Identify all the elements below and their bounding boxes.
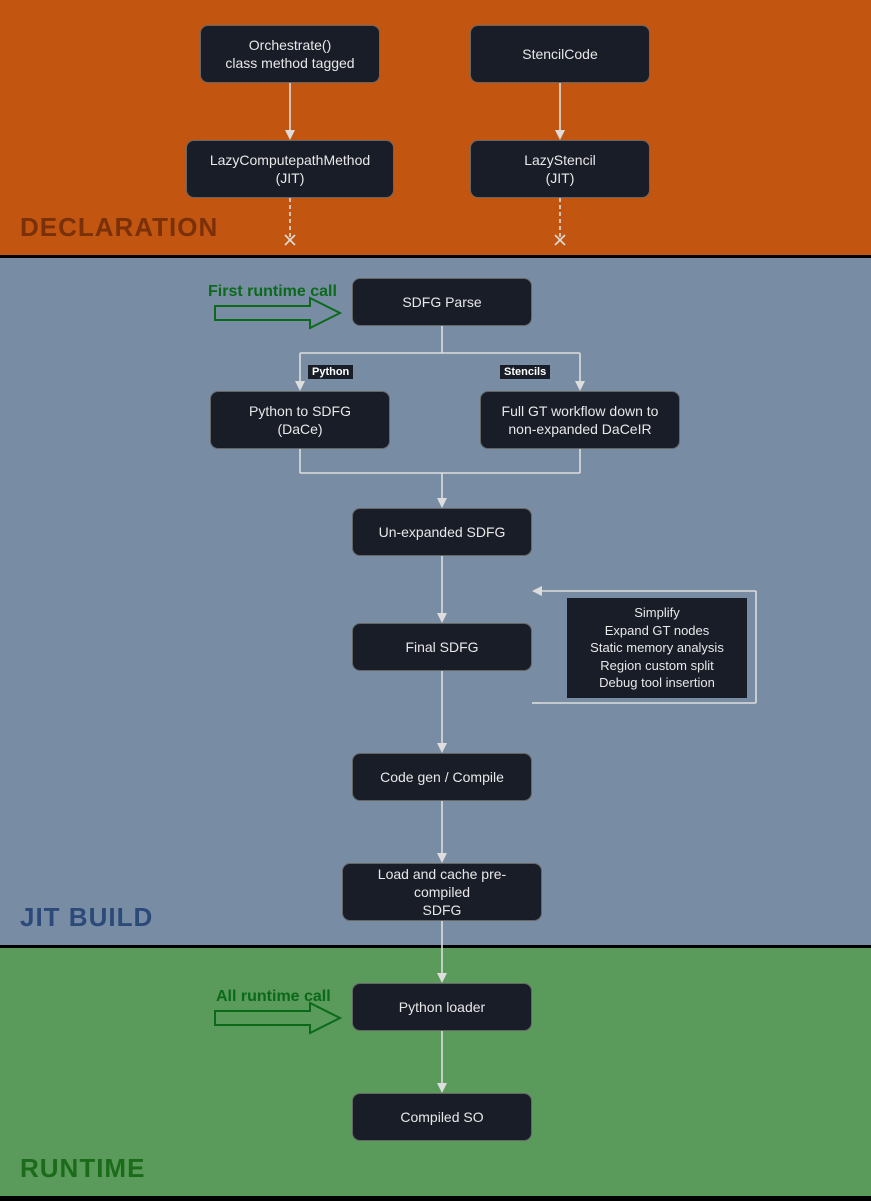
node-text: Full GT workflow down to — [502, 402, 659, 420]
edge-label-python: Python — [308, 365, 353, 379]
node-text: Python loader — [399, 998, 485, 1016]
node-codegen: Code gen / Compile — [352, 753, 532, 801]
annotation-line: Region custom split — [575, 657, 739, 675]
node-text: non-expanded DaCeIR — [508, 420, 651, 438]
section-declaration: DECLARATION Orchestrate() class method t… — [0, 0, 871, 258]
node-text: SDFG Parse — [402, 293, 481, 311]
node-compiled-so: Compiled SO — [352, 1093, 532, 1141]
section-label-declaration: DECLARATION — [20, 212, 218, 243]
node-text: (DaCe) — [277, 420, 322, 438]
node-load-cache: Load and cache pre-compiled SDFG — [342, 863, 542, 921]
section-label-runtime: RUNTIME — [20, 1153, 145, 1184]
node-python-to-sdfg: Python to SDFG (DaCe) — [210, 391, 390, 449]
annotation-line: Expand GT nodes — [575, 622, 739, 640]
node-lazy-stencil: LazyStencil (JIT) — [470, 140, 650, 198]
node-text: LazyComputepathMethod — [210, 151, 370, 169]
node-full-gt-workflow: Full GT workflow down to non-expanded Da… — [480, 391, 680, 449]
annotation-line: Static memory analysis — [575, 639, 739, 657]
callout-all-runtime: All runtime call — [216, 988, 331, 1006]
node-final-sdfg: Final SDFG — [352, 623, 532, 671]
callout-first-runtime: First runtime call — [208, 283, 337, 301]
node-text: Code gen / Compile — [380, 768, 504, 786]
node-lazy-method: LazyComputepathMethod (JIT) — [186, 140, 394, 198]
section-runtime: RUNTIME All runtime call Python loader C… — [0, 948, 871, 1199]
node-text: Load and cache pre-compiled — [353, 865, 531, 901]
node-python-loader: Python loader — [352, 983, 532, 1031]
annotation-line: Debug tool insertion — [575, 674, 739, 692]
node-text: SDFG — [423, 901, 462, 919]
annotation-steps: Simplify Expand GT nodes Static memory a… — [567, 598, 747, 698]
edge-label-stencils: Stencils — [500, 365, 550, 379]
node-text: (JIT) — [546, 169, 575, 187]
node-text: Final SDFG — [405, 638, 478, 656]
node-stencilcode: StencilCode — [470, 25, 650, 83]
node-text: StencilCode — [522, 45, 598, 63]
section-jitbuild: JIT BUILD First runtime call SDFG Parse … — [0, 258, 871, 948]
node-text: (JIT) — [276, 169, 305, 187]
section-label-jitbuild: JIT BUILD — [20, 902, 153, 933]
node-sdfg-parse: SDFG Parse — [352, 278, 532, 326]
node-text: Compiled SO — [400, 1108, 483, 1126]
node-orchestrate: Orchestrate() class method tagged — [200, 25, 380, 83]
node-text: Python to SDFG — [249, 402, 351, 420]
node-text: Orchestrate() — [249, 36, 331, 54]
node-text: LazyStencil — [524, 151, 596, 169]
node-text: class method tagged — [225, 54, 354, 72]
node-text: Un-expanded SDFG — [379, 523, 506, 541]
node-unexpanded-sdfg: Un-expanded SDFG — [352, 508, 532, 556]
annotation-line: Simplify — [575, 604, 739, 622]
